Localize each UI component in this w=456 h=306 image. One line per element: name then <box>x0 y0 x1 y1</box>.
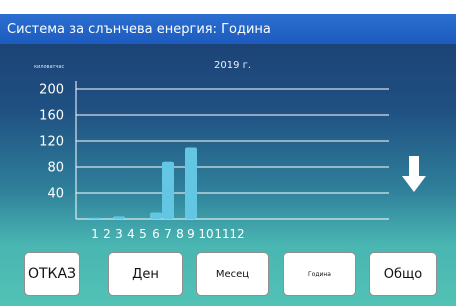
x-tick-label: 2 <box>103 227 111 241</box>
day-button[interactable]: Ден <box>108 252 183 296</box>
y-tick-label: 40 <box>47 187 64 202</box>
y-tick-label: 80 <box>47 161 64 176</box>
year-button[interactable]: Година <box>283 252 356 296</box>
x-tick-label: 5 <box>139 227 147 241</box>
x-tick-label: 6 <box>152 227 160 241</box>
y-tick-label: 160 <box>39 109 64 124</box>
month-button[interactable]: Месец <box>196 252 269 296</box>
chart-bar <box>185 147 197 219</box>
x-tick-label: 12 <box>229 227 244 241</box>
chart-bar <box>113 216 125 219</box>
y-tick-label: 120 <box>39 135 64 150</box>
cancel-button[interactable]: ОТКАЗ <box>24 252 80 296</box>
chart-bar <box>150 212 162 219</box>
x-tick-label: 7 <box>164 227 172 241</box>
x-tick-label: 9 <box>187 227 195 241</box>
app-screen: Система за слънчева енергия: Година кило… <box>0 0 456 306</box>
x-tick-label: 10 <box>198 227 213 241</box>
y-tick-label: 200 <box>39 83 64 98</box>
down-arrow-icon[interactable] <box>402 156 426 198</box>
chart-bar <box>162 161 174 219</box>
x-tick-label: 3 <box>115 227 123 241</box>
chart-bar <box>89 217 101 219</box>
x-tick-label: 8 <box>176 227 184 241</box>
total-button[interactable]: Общо <box>369 252 437 296</box>
x-tick-label: 11 <box>214 227 229 241</box>
x-tick-label: 4 <box>127 227 135 241</box>
x-tick-label: 1 <box>91 227 99 241</box>
